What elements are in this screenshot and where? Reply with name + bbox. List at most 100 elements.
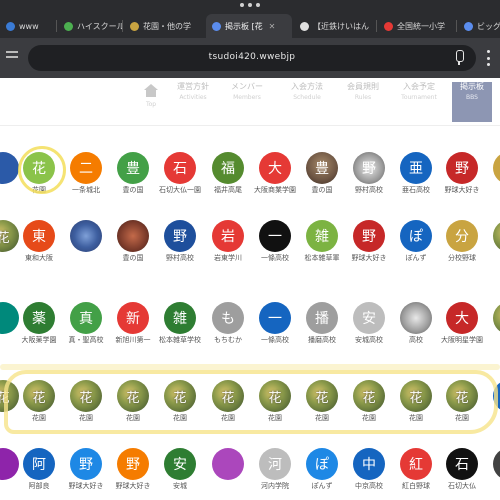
menu-icon[interactable] bbox=[6, 51, 20, 65]
member-avatar-icon: 一 bbox=[259, 302, 291, 334]
avatar-glyph: 中 bbox=[362, 457, 376, 473]
member-icon-cell[interactable]: 二一条城北 bbox=[61, 152, 111, 212]
member-icon-cell[interactable]: ぽぽんず bbox=[297, 448, 347, 500]
member-icon-cell[interactable] bbox=[484, 448, 500, 500]
member-icon-cell[interactable]: 野野球大好き bbox=[108, 448, 158, 500]
member-icon-cell[interactable]: 雑松本雑草学校 bbox=[155, 302, 205, 362]
member-icon-cell[interactable]: 播播磨高校 bbox=[297, 302, 347, 362]
member-icon-cell[interactable]: 豊豊の国 bbox=[297, 152, 347, 212]
member-name-label: 阿部良 bbox=[28, 482, 50, 490]
nav-label: 入会方法 bbox=[291, 82, 323, 91]
tab-2[interactable]: ハイスクール bbox=[58, 14, 122, 38]
tab-6[interactable]: 全国統一小学 bbox=[378, 14, 456, 38]
member-name-label: 松本雑草学校 bbox=[159, 336, 201, 344]
tab-7[interactable]: ビッグ bbox=[458, 14, 500, 38]
member-icon-cell[interactable] bbox=[484, 302, 500, 362]
member-name-label: 紅白野球 bbox=[402, 482, 430, 490]
window-grip[interactable] bbox=[240, 2, 260, 8]
member-icon-cell[interactable]: 野野球大好き bbox=[61, 448, 111, 500]
member-icon-cell[interactable]: ぽぽんず bbox=[391, 220, 441, 280]
nav-bbs-active[interactable]: 掲示板 BBS bbox=[452, 82, 492, 122]
microphone-icon[interactable] bbox=[454, 50, 464, 66]
tab-label: 花園・他の学 bbox=[143, 21, 191, 31]
member-icon-cell[interactable] bbox=[484, 220, 500, 280]
member-icon-cell[interactable]: 大大阪明星学園 bbox=[437, 302, 487, 362]
avatar-glyph: 花 bbox=[32, 161, 46, 177]
member-icon-cell[interactable] bbox=[203, 448, 253, 500]
member-icon-cell[interactable]: 高校 bbox=[391, 302, 441, 362]
member-name-label: 福井高尾 bbox=[214, 186, 242, 194]
member-icon-cell[interactable]: 福福井高尾 bbox=[203, 152, 253, 212]
member-name-label: 一条城北 bbox=[72, 186, 100, 194]
nav-schedule[interactable]: 入会方法 Schedule bbox=[282, 82, 332, 122]
member-icon-cell[interactable]: 豊豊の国 bbox=[108, 152, 158, 212]
member-icon-cell[interactable] bbox=[61, 220, 111, 280]
member-icon-cell[interactable]: 阿阿部良 bbox=[14, 448, 64, 500]
nav-rules[interactable]: 会員規則 Rules bbox=[338, 82, 388, 122]
member-icon-cell[interactable]: 野野球大好き bbox=[344, 220, 394, 280]
member-icon-cell[interactable]: 野野球大好き bbox=[437, 152, 487, 212]
member-icon-cell[interactable]: 新新旭川第一 bbox=[108, 302, 158, 362]
nav-members[interactable]: メンバー Members bbox=[222, 82, 272, 122]
member-icon-cell[interactable]: 大大阪商業学園 bbox=[250, 152, 300, 212]
member-name-label: 中京高校 bbox=[355, 482, 383, 490]
member-avatar-icon: 二 bbox=[70, 152, 102, 184]
member-avatar-icon: 播 bbox=[306, 302, 338, 334]
nav-tournament[interactable]: 入会予定 Tournament bbox=[394, 82, 444, 122]
member-icon-cell[interactable]: ももちむか bbox=[203, 302, 253, 362]
member-icon-cell[interactable]: 安安城高校 bbox=[344, 302, 394, 362]
tab-5[interactable]: 【近鉄けいはん bbox=[294, 14, 376, 38]
nav-sub-label: Rules bbox=[354, 94, 372, 101]
tab-3[interactable]: 花園・他の学 bbox=[124, 14, 204, 38]
avatar-glyph: 分 bbox=[455, 229, 469, 245]
member-icon-cell[interactable]: 雑松本雑草軍 bbox=[297, 220, 347, 280]
tab-1[interactable]: www bbox=[0, 14, 56, 38]
url-field[interactable]: tsudoi420.wwebjp bbox=[28, 45, 476, 71]
member-name-label: 豊の国 bbox=[122, 186, 144, 194]
tab-favicon-icon bbox=[384, 21, 393, 31]
more-options-icon[interactable] bbox=[484, 50, 492, 66]
member-icon-cell[interactable] bbox=[484, 152, 500, 212]
member-icon-cell[interactable]: 岩岩東学川 bbox=[203, 220, 253, 280]
member-avatar-icon: 一 bbox=[259, 220, 291, 252]
avatar-glyph: 真 bbox=[79, 311, 93, 327]
avatar-glyph: 石 bbox=[173, 161, 187, 177]
member-icon-cell[interactable]: 紅紅白野球 bbox=[391, 448, 441, 500]
member-icon-cell[interactable]: 石石切大仏一園 bbox=[155, 152, 205, 212]
member-icon-cell[interactable]: 薬大阪薬学園 bbox=[14, 302, 64, 362]
member-icon-cell[interactable]: 分分校野球 bbox=[437, 220, 487, 280]
avatar-glyph: 薬 bbox=[32, 311, 46, 327]
member-icon-cell[interactable]: 石石切大仏 bbox=[437, 448, 487, 500]
member-name-label: もちむか bbox=[214, 336, 242, 344]
member-avatar-icon bbox=[493, 448, 500, 480]
member-name-label: ぽんず bbox=[311, 482, 333, 490]
member-icon-cell[interactable]: 真真・聖高校 bbox=[61, 302, 111, 362]
member-icon-cell[interactable]: 中中京高校 bbox=[344, 448, 394, 500]
member-name-label: 東和大阪 bbox=[25, 254, 53, 262]
member-avatar-icon: 野 bbox=[446, 152, 478, 184]
tab-4-active[interactable]: 掲示板 [花 ✕ bbox=[206, 14, 292, 38]
member-icon-cell[interactable]: 河河内学院 bbox=[250, 448, 300, 500]
nav-sub-label: BBS bbox=[466, 94, 478, 101]
member-name-label: 新旭川第一 bbox=[115, 336, 151, 344]
member-name-label: 大阪商業学園 bbox=[254, 186, 296, 194]
tab-close-icon[interactable]: ✕ bbox=[269, 22, 276, 31]
member-name-label: 野球大好き bbox=[444, 186, 480, 194]
member-icon-cell[interactable]: 野野村高校 bbox=[344, 152, 394, 212]
member-avatar-icon: 豊 bbox=[117, 152, 149, 184]
member-avatar-icon: 大 bbox=[259, 152, 291, 184]
tab-favicon-icon bbox=[212, 21, 221, 31]
member-name-label: 真・聖高校 bbox=[68, 336, 104, 344]
member-avatar-icon: 薬 bbox=[23, 302, 55, 334]
member-icon-cell[interactable]: 一一條高校 bbox=[250, 302, 300, 362]
tab-favicon-icon bbox=[464, 21, 473, 31]
member-icon-cell[interactable]: 豊の国 bbox=[108, 220, 158, 280]
member-icon-cell[interactable]: 野野村高校 bbox=[155, 220, 205, 280]
member-icon-cell[interactable]: 一一條高校 bbox=[250, 220, 300, 280]
avatar-glyph: 野 bbox=[79, 457, 93, 473]
nav-sub-label: Members bbox=[233, 94, 261, 101]
nav-activities[interactable]: 運営方針 Activities bbox=[168, 82, 218, 122]
member-icon-cell[interactable]: 東東和大阪 bbox=[14, 220, 64, 280]
member-icon-cell[interactable]: 安安城 bbox=[155, 448, 205, 500]
member-icon-cell[interactable]: 亜亜石高校 bbox=[391, 152, 441, 212]
